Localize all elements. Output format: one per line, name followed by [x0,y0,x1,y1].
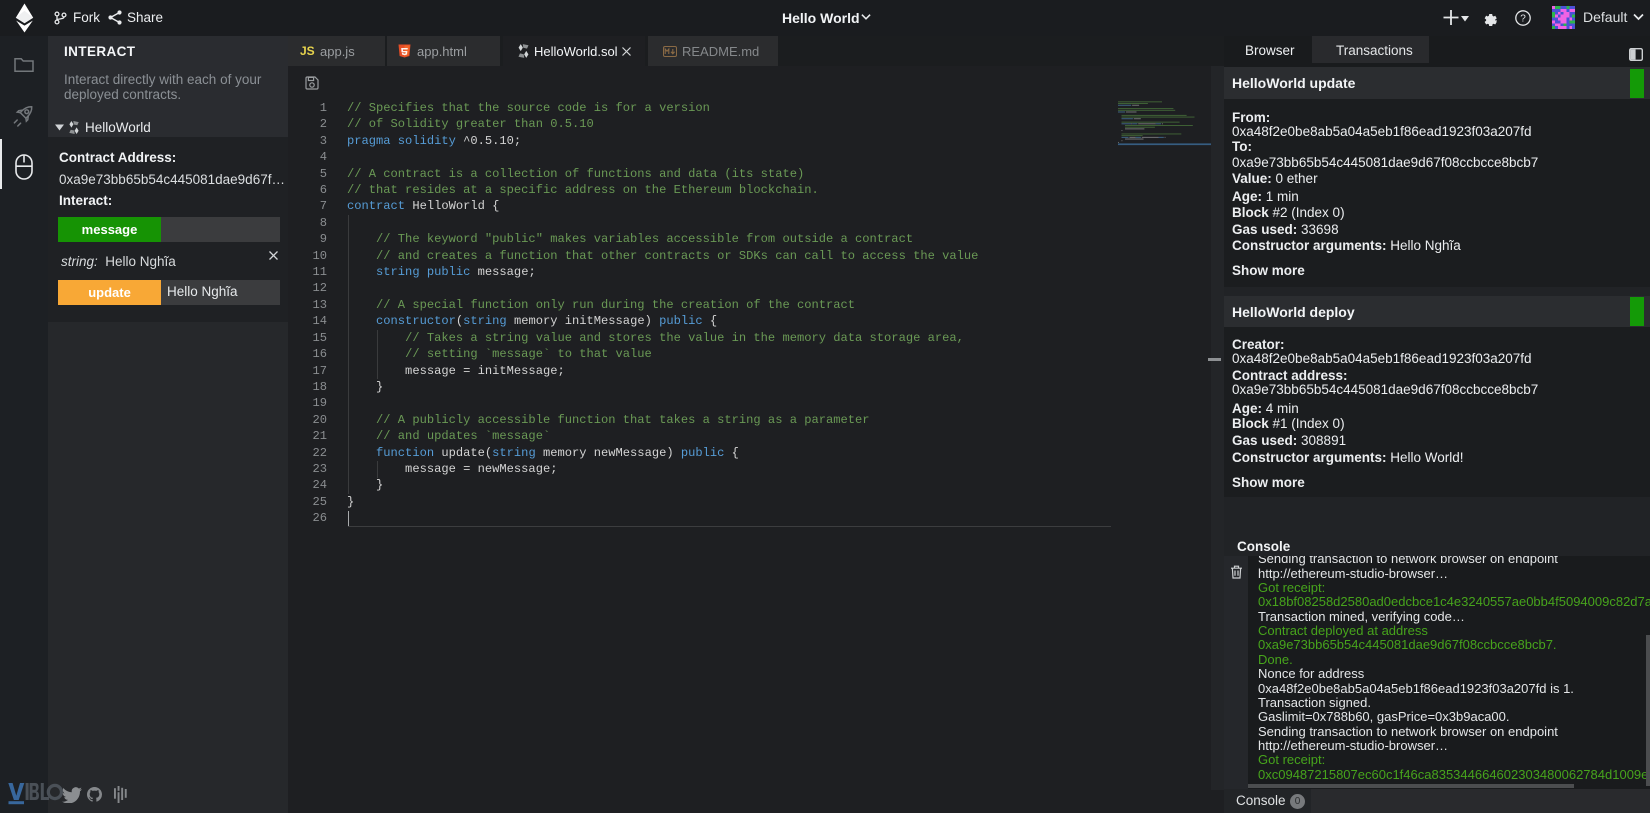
svg-text:?: ? [1520,14,1526,25]
